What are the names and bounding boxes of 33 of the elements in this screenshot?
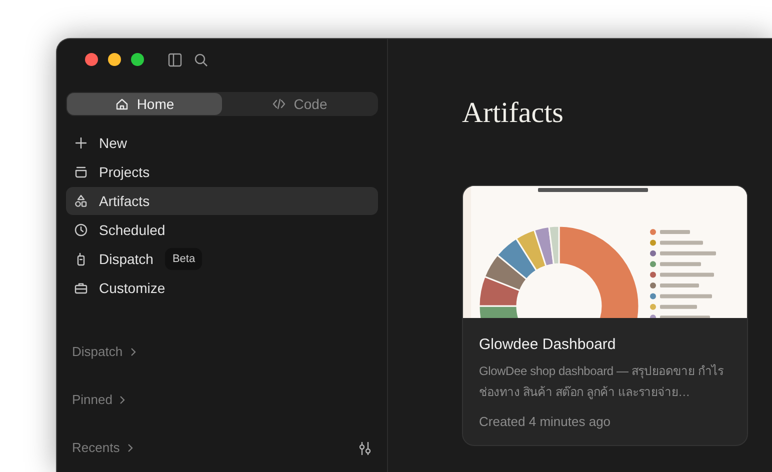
clock-icon [74, 223, 88, 237]
nav-item[interactable]: Dispatch Beta [66, 245, 378, 273]
house-icon [114, 97, 129, 112]
page-title: Artifacts [462, 99, 564, 128]
chevron-right-icon [119, 395, 126, 405]
section-header[interactable]: Recents [72, 438, 134, 458]
created-time: Created 4 minutes ago [479, 413, 612, 431]
beta-badge: Beta [165, 248, 202, 270]
plus-icon [74, 136, 88, 150]
artifact-card[interactable]: Glowdee Dashboard GlowDee shop dashboard — สรุปยอดขาย กำไร ช่องทาง สินค้า สต๊อก ลูกค้า และรายจ่าย… Created 4 minutes ago [462, 185, 748, 446]
section-header[interactable]: Dispatch [72, 342, 137, 362]
section-header[interactable]: Pinned [72, 390, 126, 410]
close-button[interactable] [85, 53, 98, 66]
briefcase-icon [74, 281, 88, 295]
mode-tab[interactable]: Code [222, 93, 377, 115]
filter-sliders-icon[interactable] [358, 440, 372, 456]
nav-item[interactable]: Customize [66, 274, 378, 302]
card-description: GlowDee shop dashboard — สรุปยอดขาย กำไร ช่องทาง สินค้า สต๊อก ลูกค้า และรายจ่าย… [479, 363, 724, 402]
minimize-button[interactable] [108, 53, 121, 66]
code-brackets-icon [272, 97, 286, 112]
nav-item[interactable]: New [66, 129, 378, 157]
zoom-button[interactable] [131, 53, 144, 66]
sidebar-toggle-icon[interactable] [168, 52, 182, 67]
tray-icon [74, 165, 88, 179]
nav-item[interactable]: Artifacts [66, 187, 378, 215]
mode-tab[interactable]: Home [67, 93, 222, 115]
shapes-icon [74, 194, 88, 208]
search-icon[interactable] [194, 52, 208, 67]
nav-item[interactable]: Scheduled [66, 216, 378, 244]
chevron-right-icon [126, 443, 134, 453]
chevron-right-icon [130, 347, 137, 357]
card-title: Glowdee Dashboard [479, 335, 617, 355]
nav-item[interactable]: Projects [66, 158, 378, 186]
